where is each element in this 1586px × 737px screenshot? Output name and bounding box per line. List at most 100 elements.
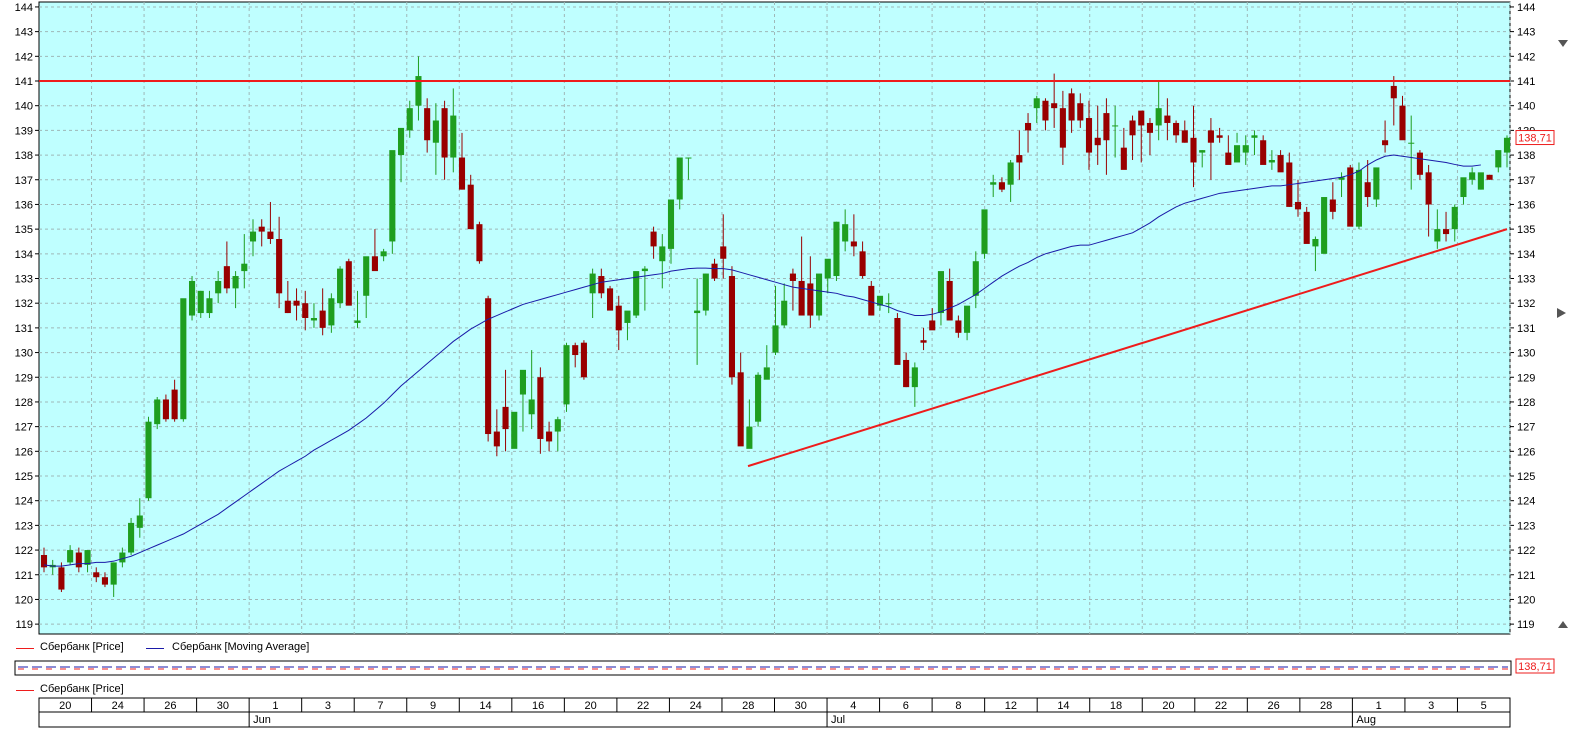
candle-up bbox=[694, 310, 701, 314]
y-tick-label-right: 132 bbox=[1517, 298, 1535, 310]
candle-down bbox=[171, 389, 178, 420]
candle-down bbox=[615, 305, 622, 331]
candle-up bbox=[1112, 125, 1119, 127]
candle-up bbox=[824, 258, 831, 279]
x-day-label: 24 bbox=[690, 700, 702, 712]
y-tick-label-right: 128 bbox=[1517, 397, 1535, 409]
candle-up bbox=[554, 419, 561, 432]
scroll-up-icon[interactable] bbox=[1558, 621, 1568, 628]
y-tick-label-left: 135 bbox=[15, 224, 33, 236]
x-day-label: 22 bbox=[637, 700, 649, 712]
scroll-right-icon[interactable] bbox=[1557, 308, 1566, 318]
x-day-label: 14 bbox=[1057, 700, 1069, 712]
candle-up bbox=[563, 345, 570, 405]
candle-up bbox=[1469, 172, 1476, 180]
y-tick-label-right: 122 bbox=[1517, 545, 1535, 557]
candle-down bbox=[293, 300, 300, 306]
y-tick-label-left: 133 bbox=[15, 274, 33, 286]
candle-up bbox=[1242, 145, 1249, 153]
x-day-label: 18 bbox=[1110, 700, 1122, 712]
candle-up bbox=[685, 157, 692, 159]
candle-down bbox=[1059, 108, 1066, 148]
y-tick-label-left: 123 bbox=[15, 520, 33, 532]
candle-up bbox=[763, 367, 770, 380]
candle-down bbox=[955, 320, 962, 333]
x-month-label: Jul bbox=[831, 714, 845, 726]
y-tick-label-right: 119 bbox=[1517, 619, 1535, 631]
y-tick-label-left: 142 bbox=[15, 51, 33, 63]
candle-down bbox=[75, 552, 82, 568]
candle-up bbox=[1312, 239, 1319, 247]
candle-down bbox=[1129, 120, 1136, 136]
candle-up bbox=[380, 251, 387, 257]
candle-down bbox=[1347, 167, 1354, 227]
y-tick-label-right: 140 bbox=[1517, 101, 1535, 113]
candle-down bbox=[606, 288, 614, 311]
candle-down bbox=[1294, 201, 1302, 210]
y-tick-label-right: 141 bbox=[1517, 76, 1535, 88]
candle-up bbox=[249, 231, 257, 242]
candle-up bbox=[842, 224, 849, 242]
y-tick-label-left: 122 bbox=[15, 545, 33, 557]
candle-down bbox=[1442, 229, 1450, 235]
last-price-label: 138,71 bbox=[1518, 133, 1552, 145]
navigator-strip[interactable] bbox=[14, 660, 1512, 676]
candle-up bbox=[354, 320, 361, 323]
candle-down bbox=[1085, 118, 1093, 153]
y-tick-label-left: 138 bbox=[15, 150, 33, 162]
candle-down bbox=[720, 246, 727, 259]
x-day-label: 20 bbox=[1162, 700, 1174, 712]
candle-down bbox=[546, 431, 553, 442]
candle-up bbox=[450, 115, 457, 158]
legend-ma-swatch bbox=[146, 648, 164, 649]
x-month-label: Jun bbox=[253, 714, 271, 726]
candle-up bbox=[206, 298, 213, 314]
candle-down bbox=[1173, 122, 1180, 136]
candle-down bbox=[1051, 103, 1058, 109]
candle-up bbox=[885, 303, 892, 305]
candle-down bbox=[1207, 130, 1214, 143]
candle-up bbox=[215, 280, 222, 294]
candle-down bbox=[1103, 113, 1110, 141]
y-tick-label-left: 139 bbox=[15, 125, 33, 137]
y-tick-label-right: 124 bbox=[1517, 496, 1535, 508]
y-tick-label-left: 141 bbox=[15, 76, 33, 88]
candle-down bbox=[1016, 155, 1023, 163]
y-tick-label-right: 126 bbox=[1517, 446, 1535, 458]
y-tick-label-right: 130 bbox=[1517, 348, 1535, 360]
candle-down bbox=[903, 359, 910, 388]
plot-background bbox=[38, 1, 1511, 635]
candle-up bbox=[1373, 167, 1380, 200]
candle-down bbox=[1190, 137, 1197, 163]
candle-up bbox=[180, 298, 187, 420]
scroll-down-icon[interactable] bbox=[1558, 40, 1568, 47]
x-day-label: 28 bbox=[1320, 700, 1332, 712]
candle-up bbox=[833, 221, 840, 277]
candle-down bbox=[1120, 147, 1127, 170]
y-tick-label-right: 134 bbox=[1517, 249, 1535, 261]
y-tick-label-left: 131 bbox=[15, 323, 33, 335]
y-tick-label-left: 127 bbox=[15, 422, 33, 434]
candle-up bbox=[397, 127, 405, 156]
candle-down bbox=[1277, 155, 1284, 173]
candle-up bbox=[136, 515, 143, 528]
candle-up bbox=[232, 276, 239, 289]
candle-down bbox=[1303, 211, 1310, 244]
candle-down bbox=[1181, 130, 1188, 143]
candle-up bbox=[432, 120, 439, 143]
x-day-label: 26 bbox=[164, 700, 176, 712]
y-tick-label-right: 142 bbox=[1517, 51, 1535, 63]
candle-down bbox=[1068, 93, 1075, 121]
candle-down bbox=[789, 273, 796, 281]
y-tick-label-left: 137 bbox=[15, 175, 33, 187]
candle-down bbox=[1216, 135, 1223, 138]
candle-up bbox=[128, 522, 135, 553]
candle-up bbox=[154, 399, 161, 425]
candle-up bbox=[990, 182, 997, 185]
candle-down bbox=[1260, 140, 1267, 165]
candle-down bbox=[1094, 137, 1101, 146]
y-tick-label-left: 136 bbox=[15, 199, 33, 211]
price-chart[interactable]: 119 119120 120121 121122 122123 123124 124125 1… bbox=[0, 0, 1586, 737]
candle-up bbox=[145, 421, 152, 499]
candle-down bbox=[458, 157, 466, 190]
